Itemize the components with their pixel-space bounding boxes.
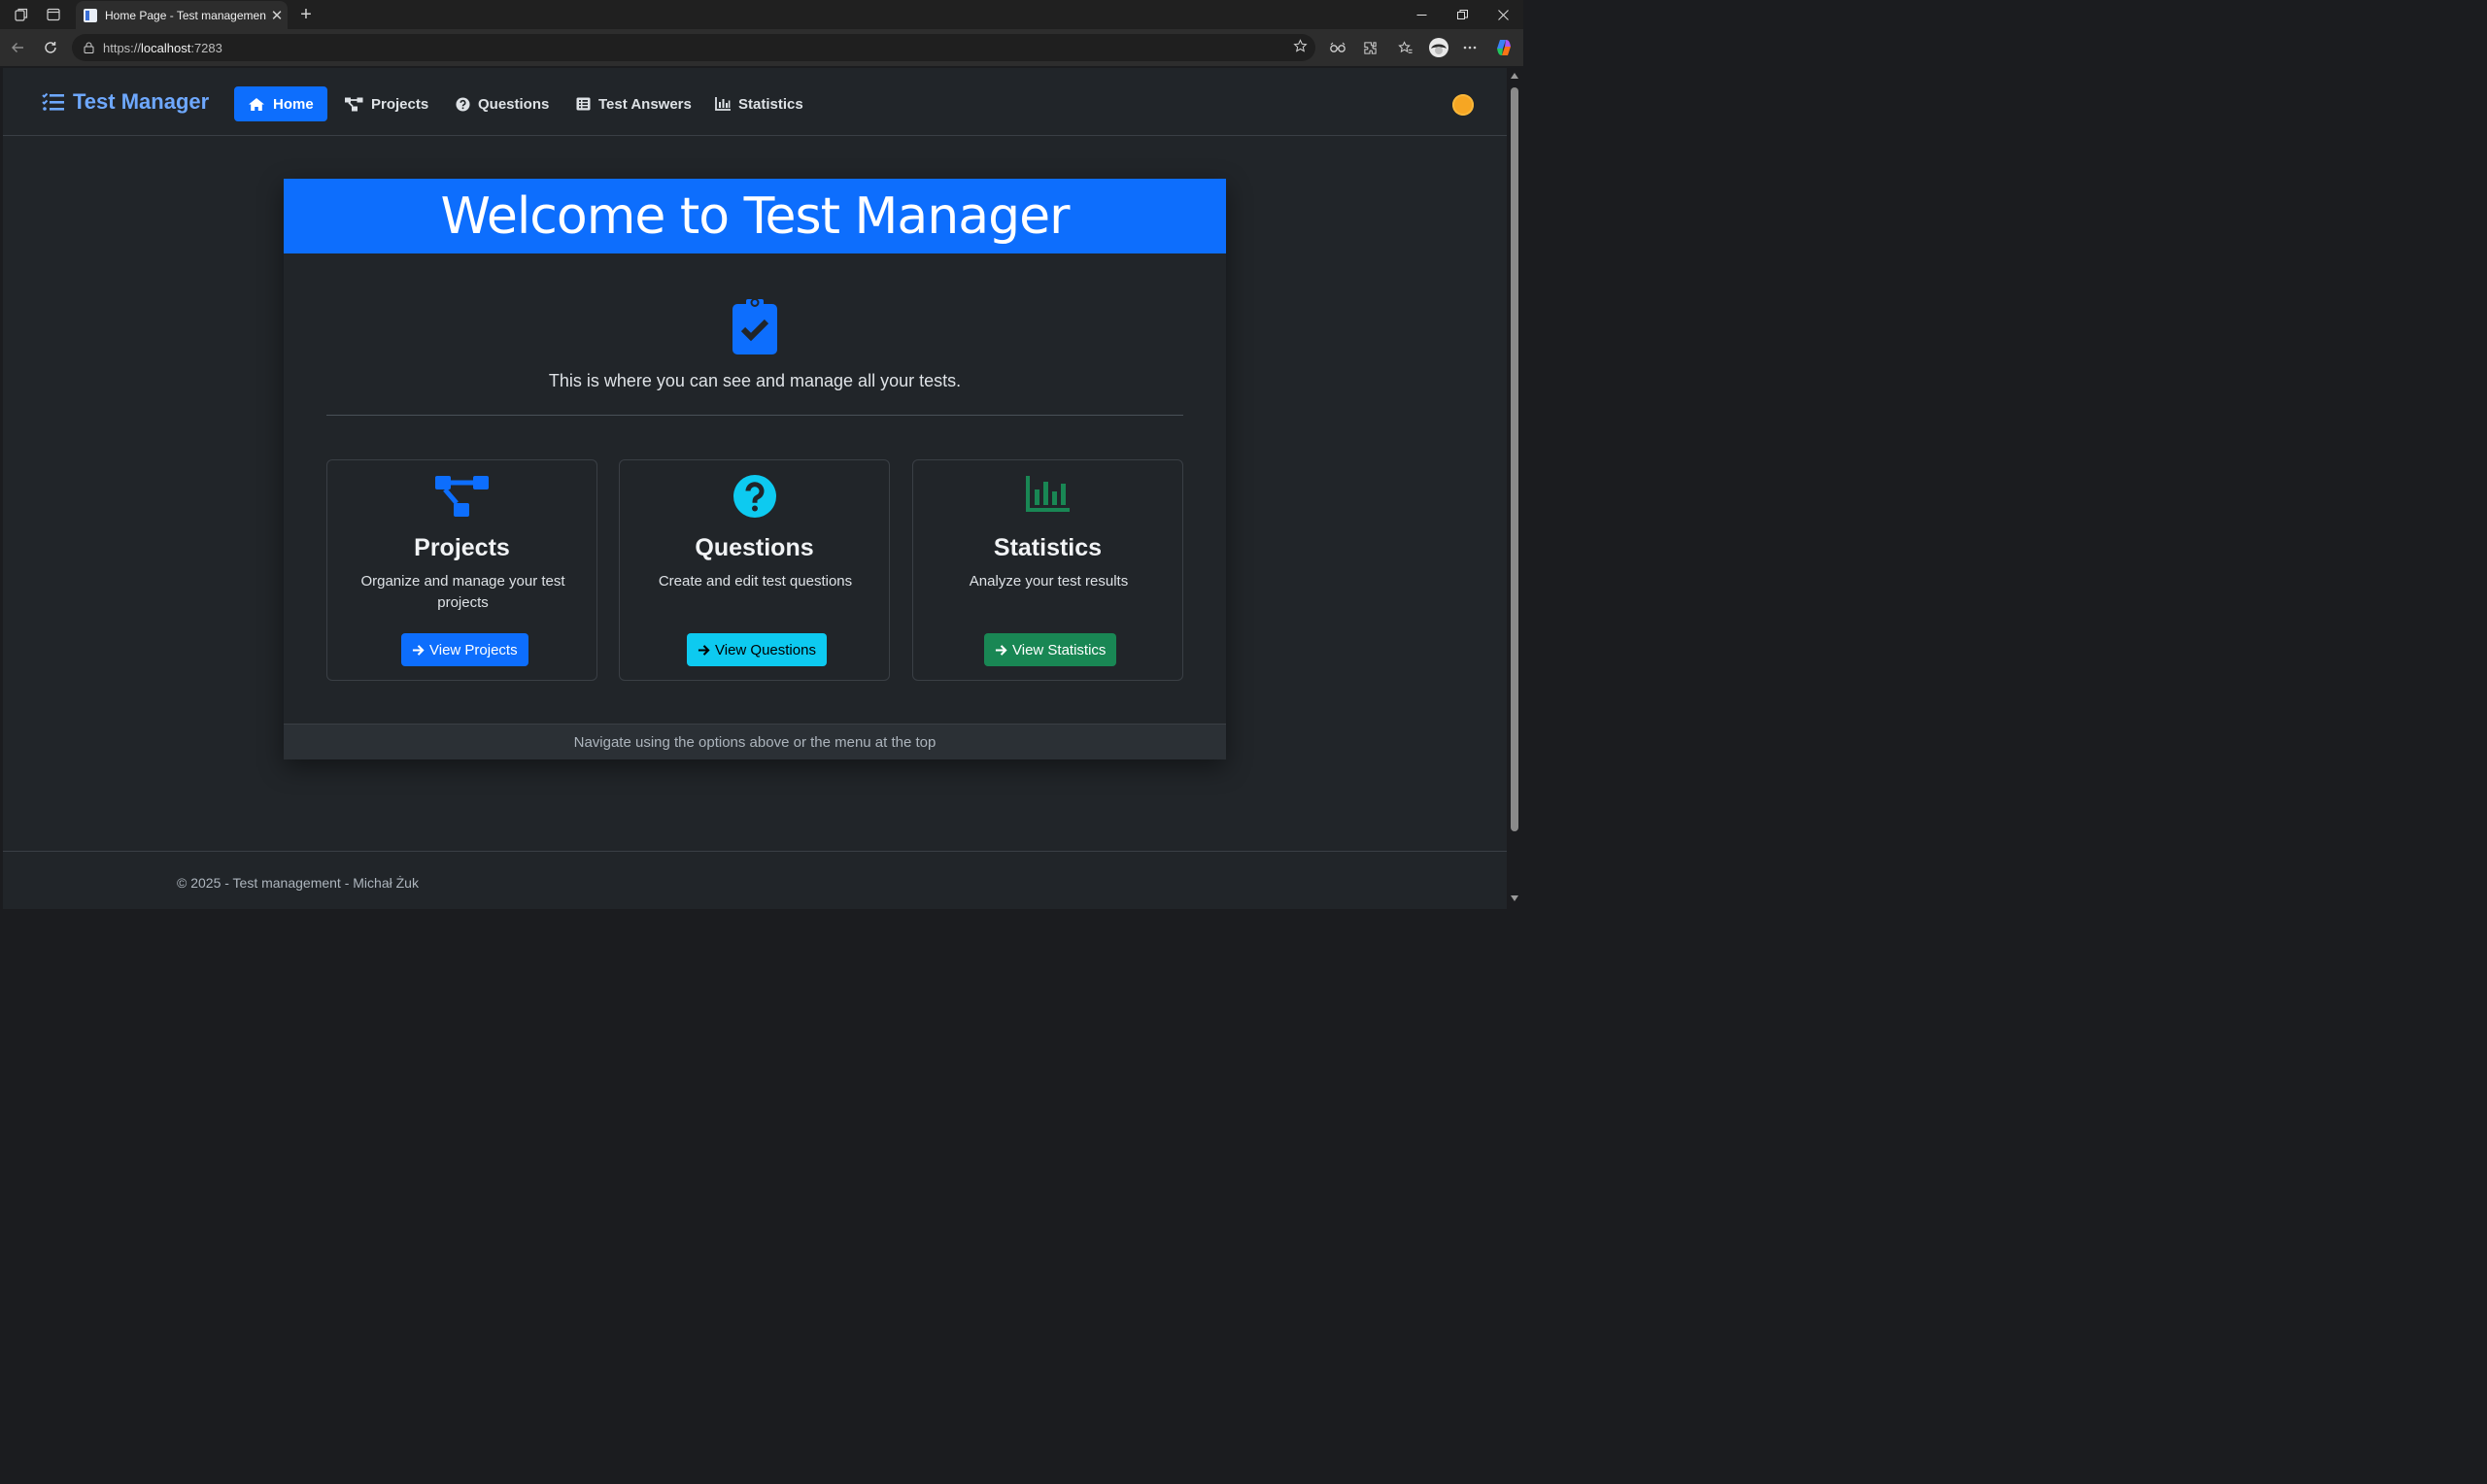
feature-card-statistics: Statistics Analyze your test results Vie… bbox=[912, 459, 1183, 681]
copilot-icon[interactable] bbox=[1489, 33, 1518, 62]
browser-tab-active[interactable]: Home Page - Test management ✕ bbox=[76, 1, 288, 29]
profile-avatar-icon[interactable] bbox=[1424, 33, 1453, 62]
welcome-card: Welcome to Test Manager This is where yo… bbox=[284, 179, 1226, 759]
arrow-right-icon bbox=[412, 644, 425, 656]
vertical-scrollbar[interactable] bbox=[1507, 68, 1523, 909]
nav-label: Statistics bbox=[738, 95, 803, 113]
brand-link[interactable]: Test Manager bbox=[42, 89, 209, 115]
nav-item-home[interactable]: Home bbox=[234, 86, 327, 121]
card-footer-hint: Navigate using the options above or the … bbox=[284, 724, 1226, 759]
question-circle-icon bbox=[620, 474, 889, 519]
button-label: View Projects bbox=[429, 641, 518, 658]
view-statistics-button[interactable]: View Statistics bbox=[984, 633, 1117, 666]
back-icon[interactable] bbox=[3, 33, 32, 62]
question-circle-icon bbox=[456, 96, 470, 112]
copyright-text: © 2025 - Test management - Michał Żuk bbox=[177, 875, 419, 891]
nav-label: Questions bbox=[478, 95, 550, 113]
url-field[interactable]: https://localhost:7283 bbox=[72, 34, 1315, 61]
extensions-icon[interactable] bbox=[1355, 33, 1384, 62]
lock-icon[interactable] bbox=[82, 41, 95, 54]
feature-description: Organize and manage your test projects bbox=[360, 573, 565, 611]
nav-label: Test Answers bbox=[598, 95, 692, 113]
nav-item-test-answers[interactable]: Test Answers bbox=[562, 86, 705, 121]
page-viewport: Test Manager Home Projects Questions Tes… bbox=[3, 68, 1507, 909]
restore-icon[interactable] bbox=[1442, 0, 1482, 29]
view-questions-button[interactable]: View Questions bbox=[687, 633, 827, 666]
home-icon bbox=[249, 97, 264, 111]
browser-tab-bar: Home Page - Test management ✕ + bbox=[0, 0, 1523, 29]
lead-text: This is where you can see and manage all… bbox=[548, 371, 962, 390]
page-favicon-icon bbox=[84, 8, 97, 22]
favorite-star-icon[interactable] bbox=[1293, 39, 1308, 57]
new-tab-button[interactable]: + bbox=[293, 2, 319, 27]
feature-title: Questions bbox=[695, 534, 814, 561]
top-navbar: Test Manager Home Projects Questions Tes… bbox=[3, 68, 1507, 136]
nav-item-questions[interactable]: Questions bbox=[442, 86, 562, 121]
arrow-right-icon bbox=[698, 644, 710, 656]
scroll-down-icon[interactable] bbox=[1511, 895, 1518, 901]
button-label: View Statistics bbox=[1012, 641, 1107, 658]
nav-label: Projects bbox=[371, 95, 429, 113]
chart-bar-icon bbox=[715, 97, 731, 111]
feature-card-questions: Questions Create and edit test questions… bbox=[619, 459, 890, 681]
nav-item-projects[interactable]: Projects bbox=[331, 86, 442, 121]
theme-toggle-sun-icon[interactable] bbox=[1452, 94, 1474, 116]
refresh-icon[interactable] bbox=[36, 33, 65, 62]
feature-description: Analyze your test results bbox=[969, 573, 1129, 590]
project-diagram-icon bbox=[327, 474, 596, 519]
scrollbar-thumb[interactable] bbox=[1511, 87, 1518, 831]
workspaces-icon[interactable] bbox=[7, 0, 36, 29]
window-controls bbox=[1401, 0, 1523, 29]
tab-close-icon[interactable]: ✕ bbox=[266, 7, 288, 24]
favorites-icon[interactable] bbox=[1391, 33, 1420, 62]
reading-glasses-icon[interactable] bbox=[1323, 33, 1352, 62]
scroll-up-icon[interactable] bbox=[1511, 73, 1518, 79]
chart-bar-icon bbox=[913, 474, 1182, 513]
close-window-icon[interactable] bbox=[1482, 0, 1523, 29]
welcome-card-header: Welcome to Test Manager bbox=[284, 179, 1226, 253]
page-footer: © 2025 - Test management - Michał Żuk bbox=[3, 851, 1507, 909]
feature-card-projects: Projects Organize and manage your test p… bbox=[326, 459, 597, 681]
view-projects-button[interactable]: View Projects bbox=[401, 633, 528, 666]
divider bbox=[326, 415, 1183, 416]
arrow-right-icon bbox=[995, 644, 1007, 656]
nav-item-statistics[interactable]: Statistics bbox=[701, 86, 817, 121]
tasks-list-icon bbox=[42, 92, 64, 111]
list-alt-icon bbox=[576, 97, 591, 111]
tab-actions-icon[interactable] bbox=[39, 0, 68, 29]
feature-title: Projects bbox=[414, 534, 510, 561]
feature-description: Create and edit test questions bbox=[658, 573, 853, 590]
project-diagram-icon bbox=[345, 97, 363, 111]
tab-title: Home Page - Test management bbox=[105, 8, 266, 22]
address-bar-row: https://localhost:7283 bbox=[0, 29, 1523, 66]
clipboard-check-icon bbox=[732, 296, 777, 359]
nav-label: Home bbox=[273, 95, 314, 113]
minimize-icon[interactable] bbox=[1401, 0, 1442, 29]
url-text: https://localhost:7283 bbox=[103, 40, 222, 55]
more-options-icon[interactable] bbox=[1455, 33, 1484, 62]
feature-title: Statistics bbox=[993, 534, 1103, 561]
button-label: View Questions bbox=[715, 641, 816, 658]
page-title: Welcome to Test Manager bbox=[440, 186, 1071, 246]
brand-name: Test Manager bbox=[73, 89, 210, 114]
